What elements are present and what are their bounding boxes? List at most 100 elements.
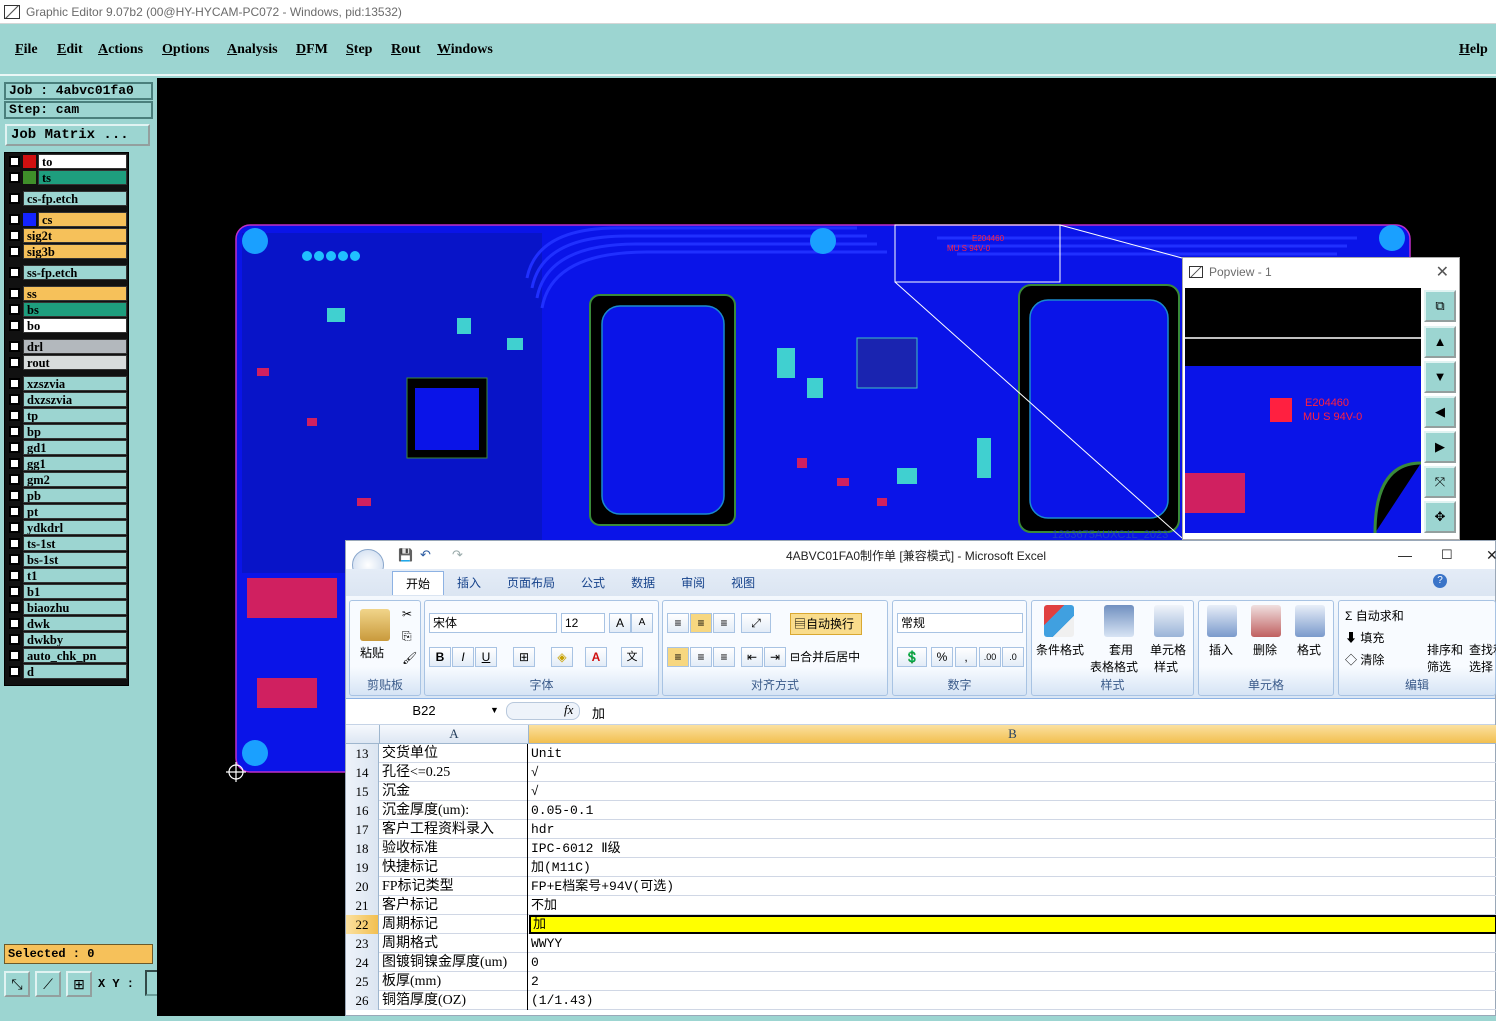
layer-row-dxzszvia[interactable]: dxzszvia: [5, 392, 127, 407]
align-bottom-icon[interactable]: ≡: [713, 613, 735, 633]
tab-home[interactable]: 开始: [392, 570, 445, 595]
layer-name[interactable]: biaozhu: [23, 600, 127, 615]
layer-name[interactable]: bo: [23, 318, 127, 333]
menu-analysis[interactable]: Analysis: [227, 42, 278, 58]
layer-row-gd1[interactable]: gd1: [5, 440, 127, 455]
layer-checkbox[interactable]: [9, 506, 20, 517]
font-name-select[interactable]: 宋体: [429, 613, 557, 633]
cell-a[interactable]: 沉金: [380, 782, 528, 801]
layer-row-cs-fp-etch[interactable]: cs-fp.etch: [5, 191, 127, 206]
insert-cells-button[interactable]: 插入: [1209, 641, 1233, 658]
layer-row-dwkby[interactable]: dwkby: [5, 632, 127, 647]
layer-checkbox[interactable]: [9, 442, 20, 453]
layer-name[interactable]: rout: [23, 355, 127, 370]
paste-button[interactable]: 粘贴: [360, 644, 384, 661]
row-number[interactable]: 13: [346, 744, 379, 763]
layer-row-sig3b[interactable]: sig3b: [5, 244, 127, 259]
layer-row-dwk[interactable]: dwk: [5, 616, 127, 631]
table-format-button-1[interactable]: 套用: [1109, 641, 1133, 658]
layer-checkbox[interactable]: [9, 394, 20, 405]
layer-row-cs[interactable]: cs: [5, 212, 127, 227]
menu-windows[interactable]: Windows: [437, 42, 493, 58]
popview-btn-6[interactable]: ⤧: [1424, 466, 1456, 498]
cell-b[interactable]: Unit: [529, 744, 1496, 763]
cell-b[interactable]: 加: [529, 915, 1496, 934]
cell-b[interactable]: 加(M11C): [529, 858, 1496, 877]
layer-name[interactable]: xzszvia: [23, 376, 127, 391]
cell-b[interactable]: 0: [529, 953, 1496, 972]
layer-row-biaozhu[interactable]: biaozhu: [5, 600, 127, 615]
layer-checkbox[interactable]: [9, 320, 20, 331]
layer-name[interactable]: bp: [23, 424, 127, 439]
layer-name[interactable]: ydkdrl: [23, 520, 127, 535]
popview-btn-2[interactable]: ▲: [1424, 326, 1456, 358]
format-cells-button[interactable]: 格式: [1297, 641, 1321, 658]
cell-b[interactable]: (1/1.43): [529, 991, 1496, 1010]
layer-row-ss-fp-etch[interactable]: ss-fp.etch: [5, 265, 127, 280]
cell-b[interactable]: IPC-6012 Ⅱ级: [529, 839, 1496, 858]
tab-review[interactable]: 审阅: [668, 571, 718, 595]
percent-icon[interactable]: %: [931, 647, 953, 667]
layer-checkbox[interactable]: [9, 490, 20, 501]
layer-checkbox[interactable]: [9, 214, 20, 225]
layer-checkbox[interactable]: [9, 650, 20, 661]
row-number[interactable]: 26: [346, 991, 379, 1010]
wrap-text-button[interactable]: ▤自动换行: [790, 613, 862, 635]
sort-filter-button-1[interactable]: 排序和: [1427, 641, 1463, 658]
decrease-indent-icon[interactable]: ⇤: [741, 647, 763, 667]
cell-b[interactable]: √: [529, 782, 1496, 801]
row-number[interactable]: 17: [346, 820, 379, 839]
popview-canvas[interactable]: E204460 MU S 94V-0: [1185, 288, 1422, 534]
align-center-icon[interactable]: ≡: [690, 647, 712, 667]
row-number[interactable]: 25: [346, 972, 379, 991]
popview-btn-7[interactable]: ✥: [1424, 501, 1456, 533]
align-right-icon[interactable]: ≡: [713, 647, 735, 667]
menu-help[interactable]: Help: [1459, 42, 1488, 58]
layer-name[interactable]: dxzszvia: [23, 392, 127, 407]
layer-row-sig2t[interactable]: sig2t: [5, 228, 127, 243]
layer-checkbox[interactable]: [9, 230, 20, 241]
cell-b[interactable]: WWYY: [529, 934, 1496, 953]
layer-row-ydkdrl[interactable]: ydkdrl: [5, 520, 127, 535]
layer-checkbox[interactable]: [9, 426, 20, 437]
layer-name[interactable]: ts-1st: [23, 536, 127, 551]
layer-checkbox[interactable]: [9, 193, 20, 204]
cell-b[interactable]: hdr: [529, 820, 1496, 839]
table-format-button-2[interactable]: 表格格式: [1090, 658, 1138, 675]
comma-icon[interactable]: ,: [955, 647, 977, 667]
shrink-font-icon[interactable]: A: [631, 613, 653, 633]
increase-decimal-icon[interactable]: .00: [979, 647, 1001, 667]
grow-font-icon[interactable]: A: [609, 613, 631, 633]
layer-row-to[interactable]: to: [5, 154, 127, 169]
popview-btn-1[interactable]: ⧉: [1424, 290, 1456, 322]
cell-a[interactable]: 验收标准: [380, 839, 528, 858]
layer-row-ts-1st[interactable]: ts-1st: [5, 536, 127, 551]
sort-filter-button-2[interactable]: 筛选: [1427, 658, 1451, 675]
border-icon[interactable]: ⊞: [513, 647, 535, 667]
layer-checkbox[interactable]: [9, 666, 20, 677]
select-all-corner[interactable]: [346, 725, 380, 744]
layer-row-pt[interactable]: pt: [5, 504, 127, 519]
layer-checkbox[interactable]: [9, 586, 20, 597]
name-box[interactable]: B22: [346, 701, 502, 721]
layer-checkbox[interactable]: [9, 172, 20, 183]
layer-checkbox[interactable]: [9, 267, 20, 278]
cell-a[interactable]: 周期格式: [380, 934, 528, 953]
layer-checkbox[interactable]: [9, 156, 20, 167]
save-icon[interactable]: 💾: [398, 548, 413, 562]
orientation-icon[interactable]: ⤢: [741, 613, 771, 633]
increase-indent-icon[interactable]: ⇥: [764, 647, 786, 667]
cell-b[interactable]: 0.05-0.1: [529, 801, 1496, 820]
cell-a[interactable]: 客户标记: [380, 896, 528, 915]
layer-name[interactable]: drl: [23, 339, 127, 354]
layer-checkbox[interactable]: [9, 378, 20, 389]
cut-icon[interactable]: ✂: [402, 607, 412, 621]
row-number[interactable]: 16: [346, 801, 379, 820]
layer-row-pb[interactable]: pb: [5, 488, 127, 503]
layer-row-t1[interactable]: t1: [5, 568, 127, 583]
layer-checkbox[interactable]: [9, 410, 20, 421]
layer-row-tp[interactable]: tp: [5, 408, 127, 423]
layer-row-gm2[interactable]: gm2: [5, 472, 127, 487]
cell-a[interactable]: 孔径<=0.25: [380, 763, 528, 782]
cell-b[interactable]: √: [529, 763, 1496, 782]
